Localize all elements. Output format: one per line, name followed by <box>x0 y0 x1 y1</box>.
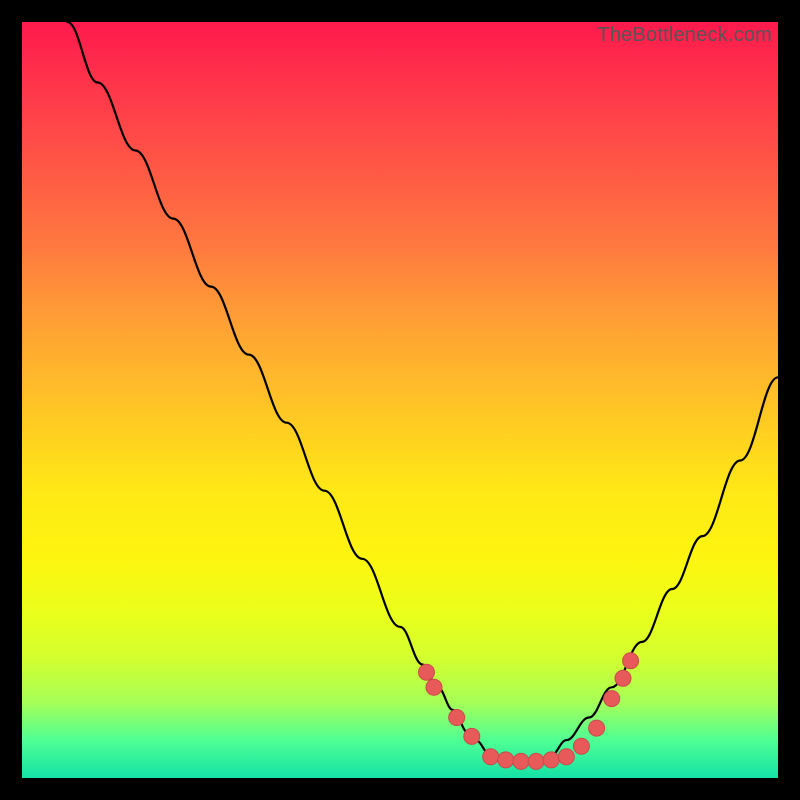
data-point <box>528 753 544 769</box>
data-point <box>615 670 631 686</box>
data-point <box>483 749 499 765</box>
bottleneck-curve <box>67 22 778 763</box>
data-point <box>498 752 514 768</box>
highlight-points <box>419 653 639 770</box>
data-point <box>419 664 435 680</box>
chart-svg <box>22 22 778 778</box>
data-point <box>558 749 574 765</box>
data-point <box>623 653 639 669</box>
data-point <box>589 720 605 736</box>
plot-area: TheBottleneck.com <box>22 22 778 778</box>
data-point <box>573 738 589 754</box>
data-point <box>513 753 529 769</box>
data-point <box>426 679 442 695</box>
watermark-text: TheBottleneck.com <box>597 24 772 47</box>
data-point <box>543 752 559 768</box>
data-point <box>449 710 465 726</box>
data-point <box>464 728 480 744</box>
data-point <box>604 691 620 707</box>
